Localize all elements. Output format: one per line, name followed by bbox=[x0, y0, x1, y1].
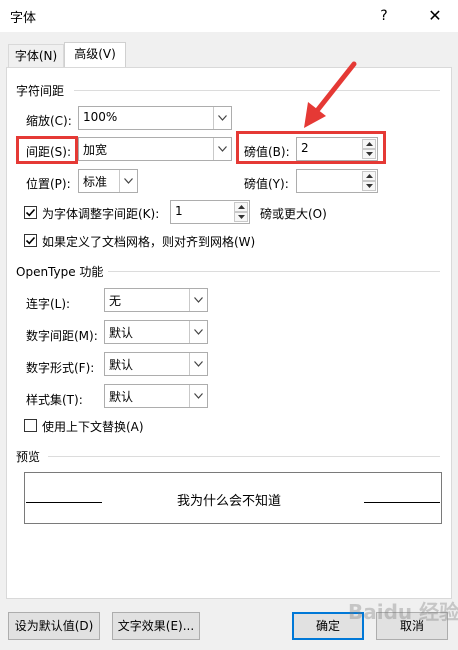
scale-label: 缩放(C): bbox=[26, 114, 72, 128]
help-button[interactable]: ? bbox=[372, 4, 396, 28]
watermark: Baidu 经验 bbox=[348, 600, 458, 624]
chevron-down-icon[interactable] bbox=[189, 321, 207, 343]
scale-combo[interactable]: 100% bbox=[78, 106, 232, 130]
num-forms-label: 数字形式(F): bbox=[26, 361, 95, 375]
ligatures-label: 连字(L): bbox=[26, 297, 71, 311]
check-icon bbox=[25, 236, 36, 245]
chevron-down-icon[interactable] bbox=[119, 170, 137, 192]
close-button[interactable]: ✕ bbox=[422, 4, 448, 28]
window-title: 字体 bbox=[10, 11, 37, 26]
position-by-label: 磅值(Y): bbox=[244, 177, 289, 191]
tab-advanced[interactable]: 高级(V) bbox=[64, 42, 126, 68]
num-spacing-combo[interactable]: 默认 bbox=[104, 320, 208, 344]
kerning-value: 1 bbox=[175, 204, 183, 218]
text-effects-button[interactable]: 文字效果(E)... bbox=[112, 612, 200, 640]
spin-up-icon[interactable] bbox=[234, 202, 248, 212]
set-default-button[interactable]: 设为默认值(D) bbox=[8, 612, 100, 640]
kerning-label[interactable]: 为字体调整字间距(K): bbox=[42, 205, 159, 222]
stylistic-value: 默认 bbox=[109, 390, 134, 404]
section-divider bbox=[48, 456, 440, 457]
grid-checkbox[interactable] bbox=[24, 234, 37, 247]
scale-value: 100% bbox=[83, 110, 118, 124]
chevron-down-icon[interactable] bbox=[189, 385, 207, 407]
section-preview: 预览 bbox=[16, 450, 41, 464]
contextual-checkbox[interactable] bbox=[24, 419, 37, 432]
spin-down-icon[interactable] bbox=[362, 181, 376, 191]
preview-baseline-right bbox=[364, 502, 440, 503]
spin-up-icon[interactable] bbox=[362, 171, 376, 181]
spin-down-icon[interactable] bbox=[234, 212, 248, 222]
contextual-label[interactable]: 使用上下文替换(A) bbox=[42, 418, 144, 435]
ligatures-value: 无 bbox=[109, 294, 122, 308]
chevron-down-icon[interactable] bbox=[213, 107, 231, 129]
chevron-down-icon[interactable] bbox=[213, 138, 231, 160]
position-combo[interactable]: 标准 bbox=[78, 169, 138, 193]
spacing-label-highlight bbox=[16, 136, 78, 164]
section-divider bbox=[108, 271, 440, 272]
check-icon bbox=[25, 208, 36, 217]
kerning-suffix: 磅或更大(O) bbox=[260, 207, 327, 221]
spacing-combo[interactable]: 加宽 bbox=[78, 137, 232, 161]
spacing-value: 加宽 bbox=[83, 143, 108, 157]
num-forms-combo[interactable]: 默认 bbox=[104, 352, 208, 376]
stylistic-combo[interactable]: 默认 bbox=[104, 384, 208, 408]
chevron-down-icon[interactable] bbox=[189, 289, 207, 311]
num-forms-value: 默认 bbox=[109, 358, 134, 372]
position-value: 标准 bbox=[83, 175, 108, 189]
section-divider bbox=[74, 90, 440, 91]
num-spacing-value: 默认 bbox=[109, 326, 134, 340]
num-spacing-label: 数字间距(M): bbox=[26, 329, 98, 343]
kerning-checkbox[interactable] bbox=[24, 206, 37, 219]
tab-font[interactable]: 字体(N) bbox=[8, 44, 64, 68]
annotation-arrow-icon bbox=[304, 61, 357, 128]
stylistic-label: 样式集(T): bbox=[26, 393, 83, 407]
chevron-down-icon[interactable] bbox=[189, 353, 207, 375]
kerning-spinner[interactable]: 1 bbox=[170, 200, 250, 224]
spacing-by-highlight bbox=[236, 131, 386, 164]
preview-text: 我为什么会不知道 bbox=[177, 494, 282, 509]
grid-label[interactable]: 如果定义了文档网格，则对齐到网格(W) bbox=[42, 233, 255, 250]
position-label: 位置(P): bbox=[26, 177, 71, 191]
preview-baseline-left bbox=[26, 502, 102, 503]
section-character-spacing: 字符间距 bbox=[16, 84, 65, 98]
ligatures-combo[interactable]: 无 bbox=[104, 288, 208, 312]
section-opentype: OpenType 功能 bbox=[16, 265, 104, 279]
position-by-spinner[interactable] bbox=[296, 169, 378, 193]
